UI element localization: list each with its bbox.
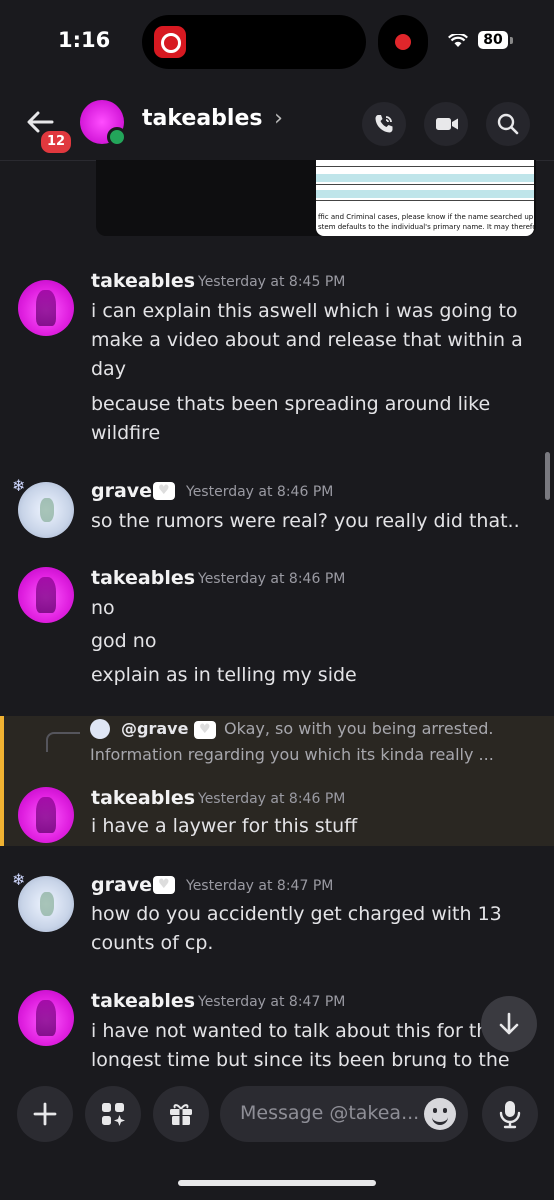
timestamp: Yesterday at 8:46 PM	[198, 571, 346, 587]
document-image[interactable]: ffic and Criminal cases, please know if …	[316, 160, 534, 236]
message-text: because thats been spreading around like…	[91, 393, 491, 444]
message-text: no	[91, 597, 115, 619]
document-text-line: ffic and Criminal cases, please know if …	[318, 213, 534, 221]
apps-button[interactable]	[85, 1086, 141, 1142]
avatar[interactable]	[18, 876, 74, 932]
author-name[interactable]: takeables	[91, 787, 195, 809]
author-name[interactable]: grave	[91, 480, 152, 502]
message-text: i have not wanted to talk about this for…	[91, 1020, 489, 1042]
message-input[interactable]: Message @takea...	[220, 1086, 468, 1142]
document-text-line: stem defaults to the individual's primar…	[318, 223, 534, 231]
wifi-icon	[448, 34, 468, 47]
message-text: i have a laywer for this stuff	[91, 815, 358, 837]
message-text: i can explain this aswell which i was go…	[91, 300, 523, 380]
author-name[interactable]: grave	[91, 874, 152, 896]
reply-avatar	[90, 719, 110, 739]
avatar[interactable]	[18, 280, 74, 336]
chevron-right-icon: ›	[274, 106, 283, 131]
video-call-button[interactable]	[424, 102, 468, 146]
dm-header: 12 takeables ›	[0, 90, 554, 161]
apps-icon	[102, 1103, 125, 1126]
home-indicator[interactable]	[178, 1180, 376, 1186]
timestamp: Yesterday at 8:46 PM	[186, 484, 334, 500]
channel-name[interactable]: takeables ›	[142, 106, 283, 131]
reply-preview[interactable]: Information regarding you which its kind…	[90, 745, 494, 764]
avatar[interactable]	[18, 787, 74, 843]
message-group[interactable]: takeables Yesterday at 8:46 PM no god no…	[0, 563, 554, 693]
heart-badge-icon	[153, 876, 175, 894]
reply-author[interactable]: @grave	[121, 719, 188, 738]
timestamp: Yesterday at 8:47 PM	[186, 878, 334, 894]
jump-to-bottom-button[interactable]	[481, 996, 537, 1052]
reply-preview[interactable]: Okay, so with you being arrested.	[224, 719, 493, 738]
author-name[interactable]: takeables	[91, 270, 195, 292]
search-icon	[497, 113, 519, 135]
unread-badge: 12	[38, 128, 74, 156]
author-name[interactable]: takeables	[91, 567, 195, 589]
reply-connector	[46, 732, 80, 752]
status-bar: 1:16 80	[0, 0, 554, 84]
message-group[interactable]: takeables Yesterday at 8:45 PM i can exp…	[0, 266, 554, 446]
message-text: so the rumors were real? you really did …	[91, 510, 520, 532]
message-group[interactable]: ❄ grave Yesterday at 8:46 PM so the rumo…	[0, 476, 554, 546]
avatar[interactable]	[18, 567, 74, 623]
message-text: explain as in telling my side	[91, 664, 357, 686]
timestamp: Yesterday at 8:46 PM	[198, 791, 346, 807]
heart-badge-icon	[194, 721, 216, 739]
message-group[interactable]: ❄ grave Yesterday at 8:47 PM how do you …	[0, 870, 554, 970]
battery-indicator: 80	[478, 31, 513, 49]
app-icon	[154, 26, 186, 58]
avatar[interactable]	[18, 482, 74, 538]
avatar[interactable]	[18, 990, 74, 1046]
recording-indicator	[378, 15, 428, 69]
message-input-placeholder: Message @takea...	[240, 1102, 420, 1124]
arrow-down-icon	[499, 1012, 519, 1035]
emoji-icon[interactable]	[424, 1098, 456, 1130]
message-text: how do you accidently get charged with 1…	[91, 903, 502, 954]
heart-badge-icon	[153, 482, 175, 500]
message-text: god no	[91, 630, 157, 652]
timestamp: Yesterday at 8:45 PM	[198, 274, 346, 290]
add-attachment-button[interactable]	[17, 1086, 73, 1142]
dynamic-island	[142, 15, 366, 69]
scrollbar[interactable]	[545, 452, 550, 500]
voice-message-button[interactable]	[482, 1086, 538, 1142]
timestamp: Yesterday at 8:47 PM	[198, 994, 346, 1010]
clock: 1:16	[58, 28, 111, 52]
document-text: ffic and Criminal cases, please know if …	[318, 212, 534, 232]
phone-icon	[375, 115, 393, 133]
online-status-dot	[107, 127, 127, 147]
message-group[interactable]: takeables Yesterday at 8:46 PM i have a …	[0, 783, 554, 843]
video-icon	[436, 118, 458, 130]
plus-icon	[33, 1102, 57, 1126]
search-button[interactable]	[486, 102, 530, 146]
channel-name-label: takeables	[142, 106, 263, 131]
gift-button[interactable]	[153, 1086, 209, 1142]
message-text: longest time but since its been brung to…	[91, 1049, 510, 1068]
author-name[interactable]: takeables	[91, 990, 195, 1012]
mic-icon	[499, 1101, 521, 1129]
avatar[interactable]	[80, 100, 127, 147]
gift-icon	[170, 1104, 192, 1125]
message-group[interactable]: takeables Yesterday at 8:47 PM i have no…	[0, 986, 554, 1068]
voice-call-button[interactable]	[362, 102, 406, 146]
